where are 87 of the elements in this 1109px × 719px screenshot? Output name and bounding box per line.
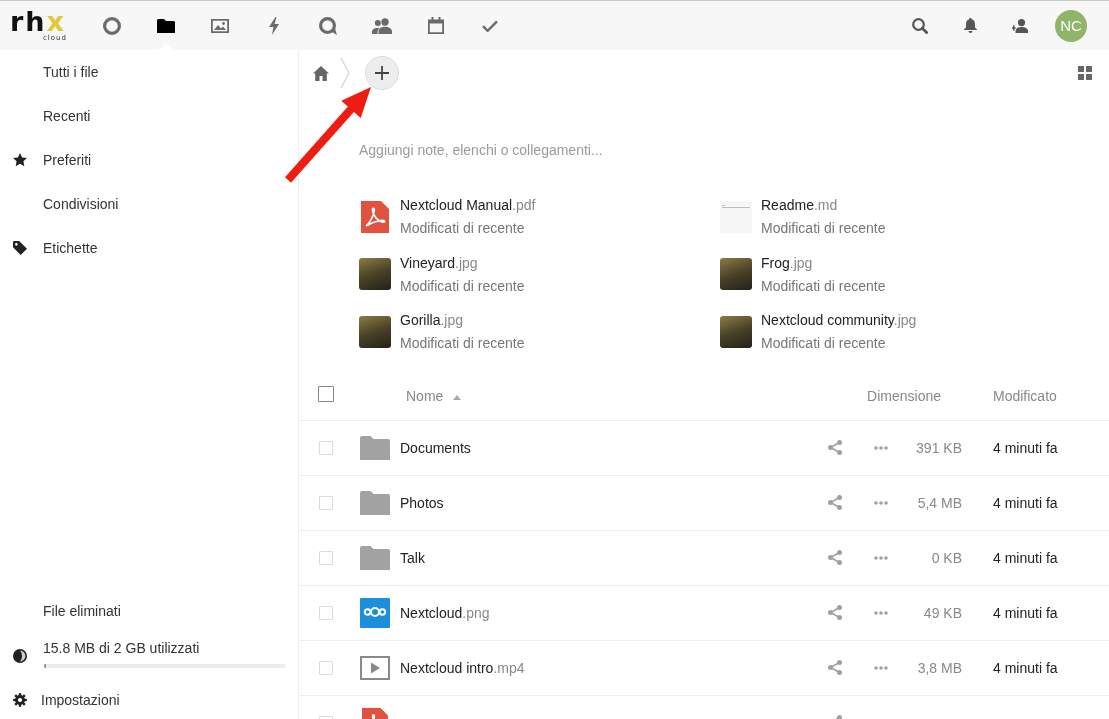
document-thumbnail bbox=[720, 200, 752, 233]
file-name[interactable]: Photos bbox=[400, 494, 444, 511]
modified-time: 4 minuti fa bbox=[993, 659, 1058, 676]
sidebar-item[interactable]: File eliminati bbox=[0, 589, 298, 633]
file-subtitle: Modificati di recente bbox=[400, 334, 525, 354]
more-icon[interactable] bbox=[873, 665, 888, 670]
chat-icon[interactable] bbox=[319, 16, 337, 35]
file-size: 0 KB bbox=[931, 549, 962, 566]
share-icon[interactable] bbox=[828, 495, 842, 510]
row-checkbox[interactable] bbox=[319, 605, 333, 620]
row-checkbox[interactable] bbox=[319, 440, 333, 455]
file-name[interactable]: Frog.jpg bbox=[761, 252, 886, 273]
modified-time: 4 minuti fa bbox=[993, 439, 1058, 456]
quota-label: 15.8 MB di 2 GB utilizzati bbox=[43, 639, 201, 657]
row-checkbox[interactable] bbox=[319, 495, 333, 510]
file-size: 3,8 MB bbox=[917, 659, 962, 676]
more-icon[interactable] bbox=[873, 500, 888, 505]
modified-time: 4 minuti fa bbox=[993, 494, 1058, 511]
modified-time: 4 minuti fa bbox=[993, 604, 1058, 621]
checkmark-icon[interactable] bbox=[482, 19, 498, 32]
image-icon[interactable] bbox=[211, 18, 229, 33]
share-icon[interactable] bbox=[828, 440, 842, 455]
file-subtitle: Modificati di recente bbox=[761, 219, 886, 239]
column-header[interactable]: Dimensione bbox=[867, 388, 941, 404]
share-icon[interactable] bbox=[828, 660, 842, 675]
file-name[interactable]: Talk bbox=[400, 549, 425, 566]
plus-icon bbox=[375, 66, 389, 80]
sidebar-item[interactable]: Etichette bbox=[0, 226, 298, 270]
folder-icon[interactable] bbox=[157, 18, 175, 33]
file-name[interactable]: Nextcloud community.jpg bbox=[761, 310, 917, 331]
more-icon[interactable] bbox=[873, 445, 888, 450]
folder-icon bbox=[360, 490, 390, 515]
video-icon bbox=[360, 655, 390, 680]
modified-time: 4 minuti fa bbox=[993, 549, 1058, 566]
notifications-icon[interactable] bbox=[963, 18, 977, 33]
search-icon[interactable] bbox=[912, 17, 928, 34]
lightning-icon[interactable] bbox=[269, 16, 279, 35]
pie-chart-icon bbox=[13, 649, 27, 663]
sidebar-item[interactable]: Recenti bbox=[0, 94, 298, 138]
file-name[interactable]: Gorilla.jpg bbox=[400, 310, 525, 331]
notes-field[interactable]: Aggiungi note, elenchi o collegamenti... bbox=[359, 141, 1059, 159]
share-icon[interactable] bbox=[828, 605, 842, 620]
more-icon[interactable] bbox=[873, 610, 888, 615]
photo-thumbnail bbox=[359, 258, 391, 291]
settings-icon bbox=[13, 692, 27, 707]
home-icon[interactable] bbox=[313, 65, 329, 81]
grid-view-icon[interactable] bbox=[1078, 66, 1092, 80]
file-subtitle: Modificati di recente bbox=[400, 219, 526, 239]
sidebar-item[interactable]: Preferiti bbox=[0, 138, 298, 182]
pdf-icon bbox=[361, 200, 389, 233]
more-icon[interactable] bbox=[873, 555, 888, 560]
rings-logo-icon bbox=[360, 597, 390, 628]
file-subtitle: Modificati di recente bbox=[761, 334, 887, 354]
row-checkbox[interactable] bbox=[319, 660, 333, 675]
sidebar-item[interactable]: Condivisioni bbox=[0, 182, 298, 226]
file-name[interactable]: Nextcloud.png bbox=[400, 604, 490, 621]
file-subtitle: Modificati di recente bbox=[400, 276, 525, 296]
file-size: 49 KB bbox=[923, 604, 962, 621]
column-header[interactable]: Modificato bbox=[993, 388, 1057, 404]
folder-icon bbox=[360, 435, 390, 460]
photo-thumbnail bbox=[720, 258, 752, 291]
file-name[interactable]: Nextcloud intro.mp4 bbox=[400, 659, 525, 676]
person-icon[interactable] bbox=[1012, 18, 1028, 33]
select-all-checkbox[interactable] bbox=[318, 385, 334, 402]
file-name[interactable]: Documents bbox=[400, 439, 471, 456]
people-icon[interactable] bbox=[372, 17, 392, 34]
chevron-icon bbox=[340, 58, 350, 88]
file-name[interactable]: Nextcloud Manual.pdf bbox=[400, 195, 536, 216]
file-name[interactable]: Readme.md bbox=[761, 195, 886, 216]
file-size: 391 KB bbox=[916, 439, 962, 456]
row-checkbox[interactable] bbox=[319, 550, 333, 565]
new-button[interactable] bbox=[365, 56, 399, 90]
file-name[interactable]: Vineyard.jpg bbox=[400, 252, 525, 273]
photo-thumbnail bbox=[359, 315, 391, 348]
photo-thumbnail bbox=[720, 315, 752, 348]
ring-icon[interactable] bbox=[103, 16, 121, 35]
column-header[interactable]: Nome bbox=[406, 388, 444, 404]
file-size: 5,4 MB bbox=[917, 494, 962, 511]
sidebar-item[interactable]: Tutti i file bbox=[0, 50, 298, 94]
calendar-icon[interactable] bbox=[428, 17, 444, 34]
settings-button[interactable]: Impostazioni bbox=[0, 680, 298, 719]
logo[interactable]: rhx bbox=[10, 8, 66, 36]
share-icon[interactable] bbox=[828, 550, 842, 565]
tag-icon bbox=[13, 241, 27, 255]
folder-icon bbox=[360, 545, 390, 570]
star-icon bbox=[13, 153, 27, 167]
file-subtitle: Modificati di recente bbox=[761, 276, 886, 296]
